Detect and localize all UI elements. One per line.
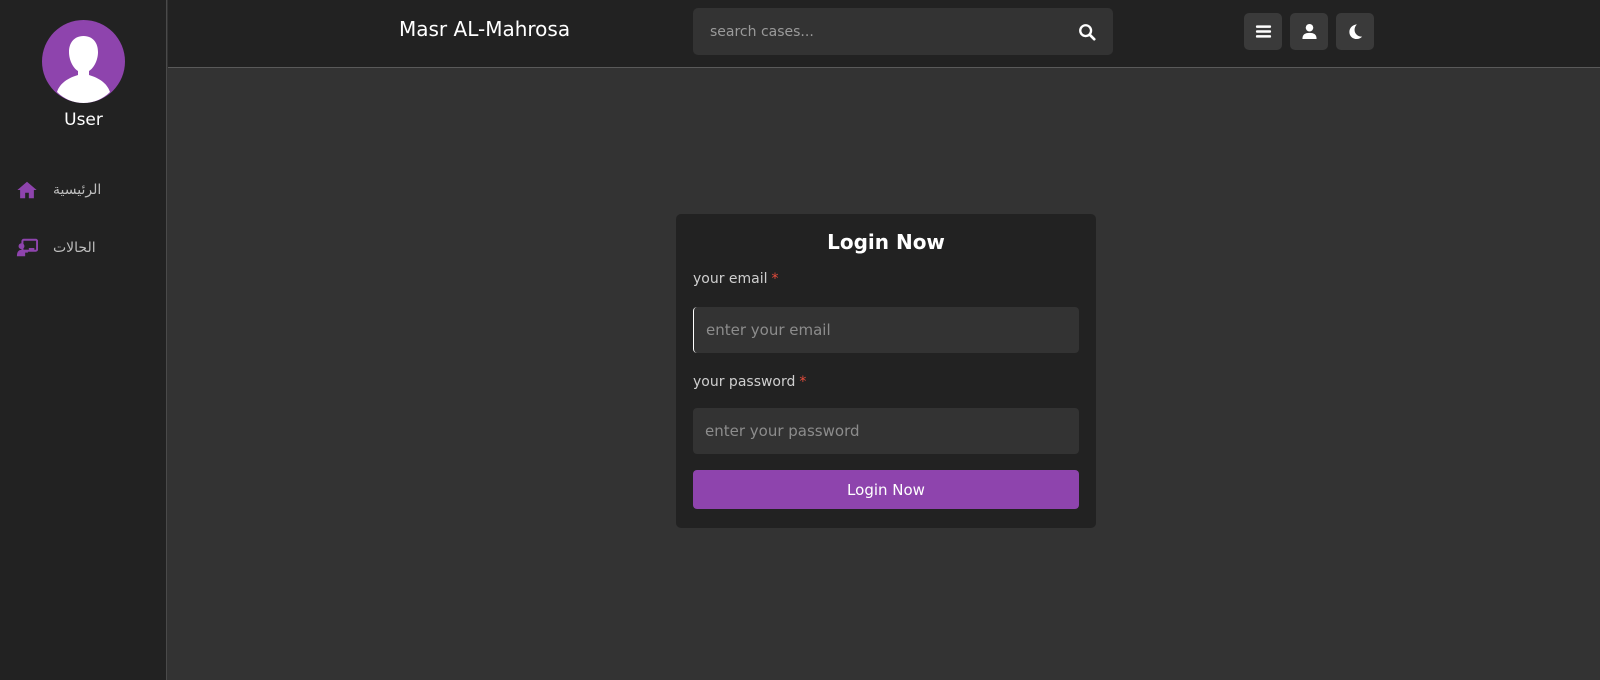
theme-toggle-button[interactable] <box>1336 13 1374 50</box>
email-label: your email * <box>693 271 779 287</box>
required-mark: * <box>771 271 779 287</box>
sidebar-item-home[interactable]: الرئيسية <box>0 174 167 206</box>
sidebar-item-label: الحالات <box>53 240 96 256</box>
search-input[interactable] <box>693 8 1061 55</box>
menu-button[interactable] <box>1244 13 1282 50</box>
email-field[interactable] <box>693 307 1079 353</box>
sidebar: User الرئيسية الحالات <box>0 0 167 680</box>
top-header: Masr AL-Mahrosa <box>168 0 1600 68</box>
sidebar-item-cases[interactable]: الحالات <box>0 232 167 264</box>
login-title: Login Now <box>827 230 945 254</box>
search-icon <box>1079 23 1096 41</box>
password-label: your password * <box>693 374 807 390</box>
user-name: User <box>64 110 103 130</box>
search-form <box>693 8 1113 55</box>
login-button[interactable]: Login Now <box>693 470 1079 509</box>
user-silhouette-icon <box>57 36 110 103</box>
user-profile-button[interactable] <box>1290 13 1328 50</box>
user-icon <box>1301 23 1317 40</box>
required-mark: * <box>799 374 807 390</box>
menu-icon <box>1255 25 1271 38</box>
home-icon <box>15 178 39 202</box>
brand-title[interactable]: Masr AL-Mahrosa <box>399 17 570 41</box>
moon-icon <box>1348 24 1362 40</box>
login-form: Login Now your email* your password* Log… <box>676 214 1096 528</box>
chalkboard-teacher-icon <box>15 236 39 260</box>
sidebar-item-label: الرئيسية <box>53 182 102 198</box>
password-field[interactable] <box>693 408 1079 454</box>
search-button[interactable] <box>1061 8 1113 55</box>
user-avatar[interactable] <box>42 20 125 103</box>
